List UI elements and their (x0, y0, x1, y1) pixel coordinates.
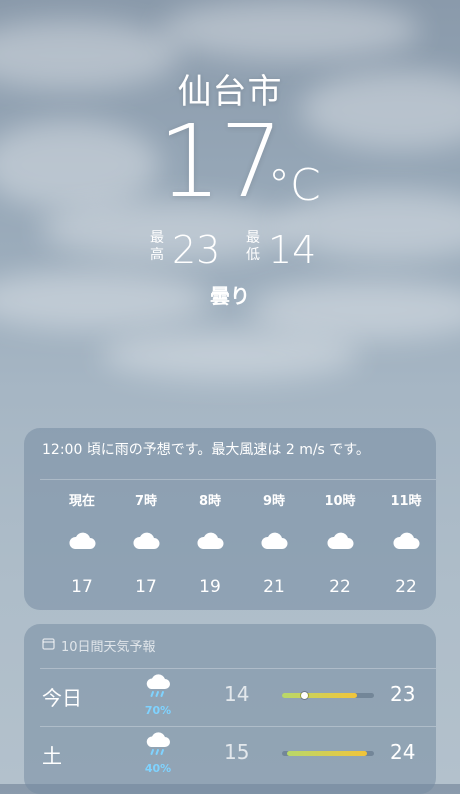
low-label: 最低 (246, 230, 260, 263)
divider (40, 479, 436, 480)
current-temperature: 17 °C (0, 112, 460, 222)
day-name: 土 (42, 744, 62, 768)
hour-temp: 17 (71, 577, 93, 597)
hour-time: 現在 (68, 494, 95, 509)
cloud-icon (310, 524, 370, 558)
daily-forecast-card[interactable]: 10日間天気予報 今日 70% 14 23 土 40% 15 24 (24, 624, 436, 794)
hour-time: 1 (424, 492, 436, 512)
cloud-icon (180, 524, 240, 558)
hour-time: 7時 (134, 494, 158, 509)
hourly-item: 現在 17 (52, 492, 112, 598)
hourly-item: 10時 22 (310, 492, 370, 598)
cloud-rain-icon: 40% (138, 732, 178, 778)
divider (40, 668, 436, 669)
cloud-icon (424, 524, 436, 558)
high-label: 最高 (150, 230, 164, 263)
day-low: 15 (224, 740, 250, 764)
temp-unit: °C (268, 160, 321, 211)
daily-title-label: 10日間天気予報 (61, 640, 156, 655)
hour-time: 10時 (324, 494, 356, 509)
current-temp-marker (301, 692, 308, 699)
hourly-item: 8時 19 (180, 492, 240, 598)
daily-row: 土 40% 15 24 (24, 726, 436, 784)
hour-temp: 22 (395, 577, 417, 597)
hour-temp: 22 (329, 577, 351, 597)
day-name: 今日 (42, 686, 82, 710)
cloud-icon (52, 524, 112, 558)
hourly-item: 9時 21 (244, 492, 304, 598)
precip-chance: 40% (144, 762, 172, 775)
cloud-rain-icon: 70% (138, 674, 178, 720)
daily-row: 今日 70% 14 23 (24, 668, 436, 726)
temp-range-bar (282, 751, 374, 756)
hour-time: 8時 (198, 494, 222, 509)
calendar-icon (42, 637, 55, 654)
divider (40, 726, 436, 727)
hourly-item: 7時 17 (116, 492, 176, 598)
day-high: 23 (390, 682, 416, 706)
condition-text: 曇り (210, 284, 250, 308)
hourly-summary: 12:00 頃に雨の予想です。最大風速は 2 m/s です。 (42, 442, 370, 458)
hourly-forecast-card[interactable]: 12:00 頃に雨の予想です。最大風速は 2 m/s です。 現在 17 7時 17 8… (24, 428, 436, 610)
high-low: 最高 23 最低 14 (0, 228, 460, 272)
low-value: 14 (268, 228, 317, 272)
hour-temp: 19 (199, 577, 221, 597)
day-low: 14 (224, 682, 250, 706)
hour-temp: 21 (263, 577, 285, 597)
hour-temp: 17 (135, 577, 157, 597)
current-temp-value: 17 (158, 103, 283, 220)
precip-chance: 70% (144, 704, 172, 717)
high-value: 23 (172, 228, 221, 272)
hourly-item: 1 (424, 492, 436, 576)
temp-range-bar (282, 692, 374, 699)
cloud-icon (244, 524, 304, 558)
hour-time: 9時 (262, 494, 286, 509)
day-high: 24 (390, 740, 416, 764)
cloud-icon (116, 524, 176, 558)
temp-range-fill (287, 751, 367, 756)
temp-range-fill (282, 693, 357, 698)
daily-forecast-title: 10日間天気予報 (42, 636, 156, 655)
